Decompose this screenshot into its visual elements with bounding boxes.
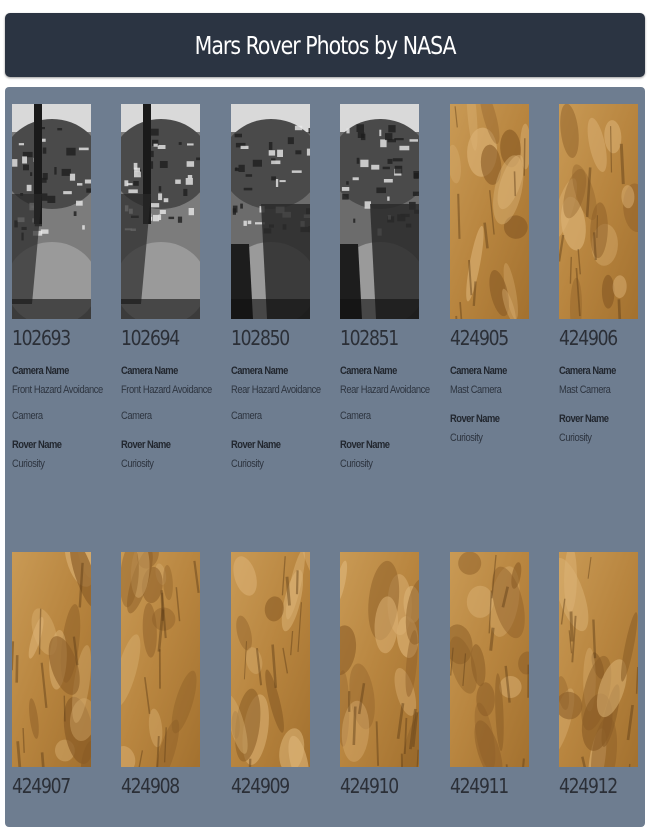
photo-id: 424909: [231, 774, 290, 798]
camera-name-label: Camera Name: [559, 365, 616, 377]
camera-name-value: Rear Hazard Avoidance: [340, 384, 430, 396]
camera-name-value: Rear Hazard Avoidance: [231, 384, 321, 396]
camera-name-value: Mast Camera: [450, 384, 502, 396]
rover-name-label: Rover Name: [121, 439, 171, 451]
photo-id: 102693: [12, 326, 71, 350]
photo-card[interactable]: 102693 Camera Name Front Hazard Avoidance C…: [12, 104, 112, 477]
camera-name-value: Camera: [12, 410, 43, 422]
rover-name-label: Rover Name: [12, 439, 62, 451]
rover-photo[interactable]: [559, 104, 638, 319]
photo-card[interactable]: 424911: [450, 552, 550, 799]
photo-card[interactable]: 102850 Camera Name Rear Hazard Avoidance Ca…: [231, 104, 331, 477]
rover-name-label: Rover Name: [340, 439, 390, 451]
photo-gallery: 102693 Camera Name Front Hazard Avoidance C…: [5, 87, 645, 827]
photo-id: 424912: [559, 774, 618, 798]
rover-photo[interactable]: [231, 552, 310, 767]
page-title: Mars Rover Photos by NASA: [194, 30, 457, 60]
photo-card[interactable]: 424907: [12, 552, 112, 799]
app-header: Mars Rover Photos by NASA: [5, 13, 645, 77]
rover-photo[interactable]: [450, 104, 529, 319]
rover-name-label: Rover Name: [450, 413, 500, 425]
camera-name-label: Camera Name: [231, 365, 288, 377]
camera-name-value: Front Hazard Avoidance: [121, 384, 212, 396]
rover-name-value: Curiosity: [559, 432, 592, 444]
photo-id: 102694: [121, 326, 180, 350]
camera-name-label: Camera Name: [450, 365, 507, 377]
photo-card[interactable]: 424909: [231, 552, 331, 799]
rover-name-value: Curiosity: [231, 458, 264, 470]
photo-card[interactable]: 424912: [559, 552, 650, 799]
camera-name-label: Camera Name: [121, 365, 178, 377]
rover-photo[interactable]: [12, 104, 91, 319]
photo-id: 424907: [12, 774, 71, 798]
photo-card[interactable]: 424908: [121, 552, 221, 799]
photo-id: 102851: [340, 326, 399, 350]
rover-name-value: Curiosity: [121, 458, 154, 470]
camera-name-value: Camera: [340, 410, 371, 422]
rover-photo[interactable]: [231, 104, 310, 319]
photo-id: 424911: [450, 774, 509, 798]
camera-name-label: Camera Name: [340, 365, 397, 377]
camera-name-value: Mast Camera: [559, 384, 611, 396]
camera-name-label: Camera Name: [12, 365, 69, 377]
camera-name-value: Front Hazard Avoidance: [12, 384, 103, 396]
rover-name-value: Curiosity: [450, 432, 483, 444]
rover-name-label: Rover Name: [231, 439, 281, 451]
photo-card[interactable]: 424905 Camera Name Mast Camera Rover Name Cu…: [450, 104, 550, 451]
rover-name-value: Curiosity: [340, 458, 373, 470]
photo-card[interactable]: 424906 Camera Name Mast Camera Rover Name Cu…: [559, 104, 650, 451]
photo-id: 424905: [450, 326, 509, 350]
rover-photo[interactable]: [340, 552, 419, 767]
photo-card[interactable]: 102694 Camera Name Front Hazard Avoidance C…: [121, 104, 221, 477]
camera-name-value: Camera: [121, 410, 152, 422]
rover-photo[interactable]: [559, 552, 638, 767]
rover-name-label: Rover Name: [559, 413, 609, 425]
photo-id: 424910: [340, 774, 399, 798]
photo-card[interactable]: 102851 Camera Name Rear Hazard Avoidance Ca…: [340, 104, 440, 477]
rover-name-value: Curiosity: [12, 458, 45, 470]
rover-photo[interactable]: [121, 552, 200, 767]
camera-name-value: Camera: [231, 410, 262, 422]
photo-card[interactable]: 424910: [340, 552, 440, 799]
photo-id: 424908: [121, 774, 180, 798]
rover-photo[interactable]: [12, 552, 91, 767]
photo-id: 424906: [559, 326, 618, 350]
rover-photo[interactable]: [121, 104, 200, 319]
photo-id: 102850: [231, 326, 290, 350]
rover-photo[interactable]: [340, 104, 419, 319]
rover-photo[interactable]: [450, 552, 529, 767]
